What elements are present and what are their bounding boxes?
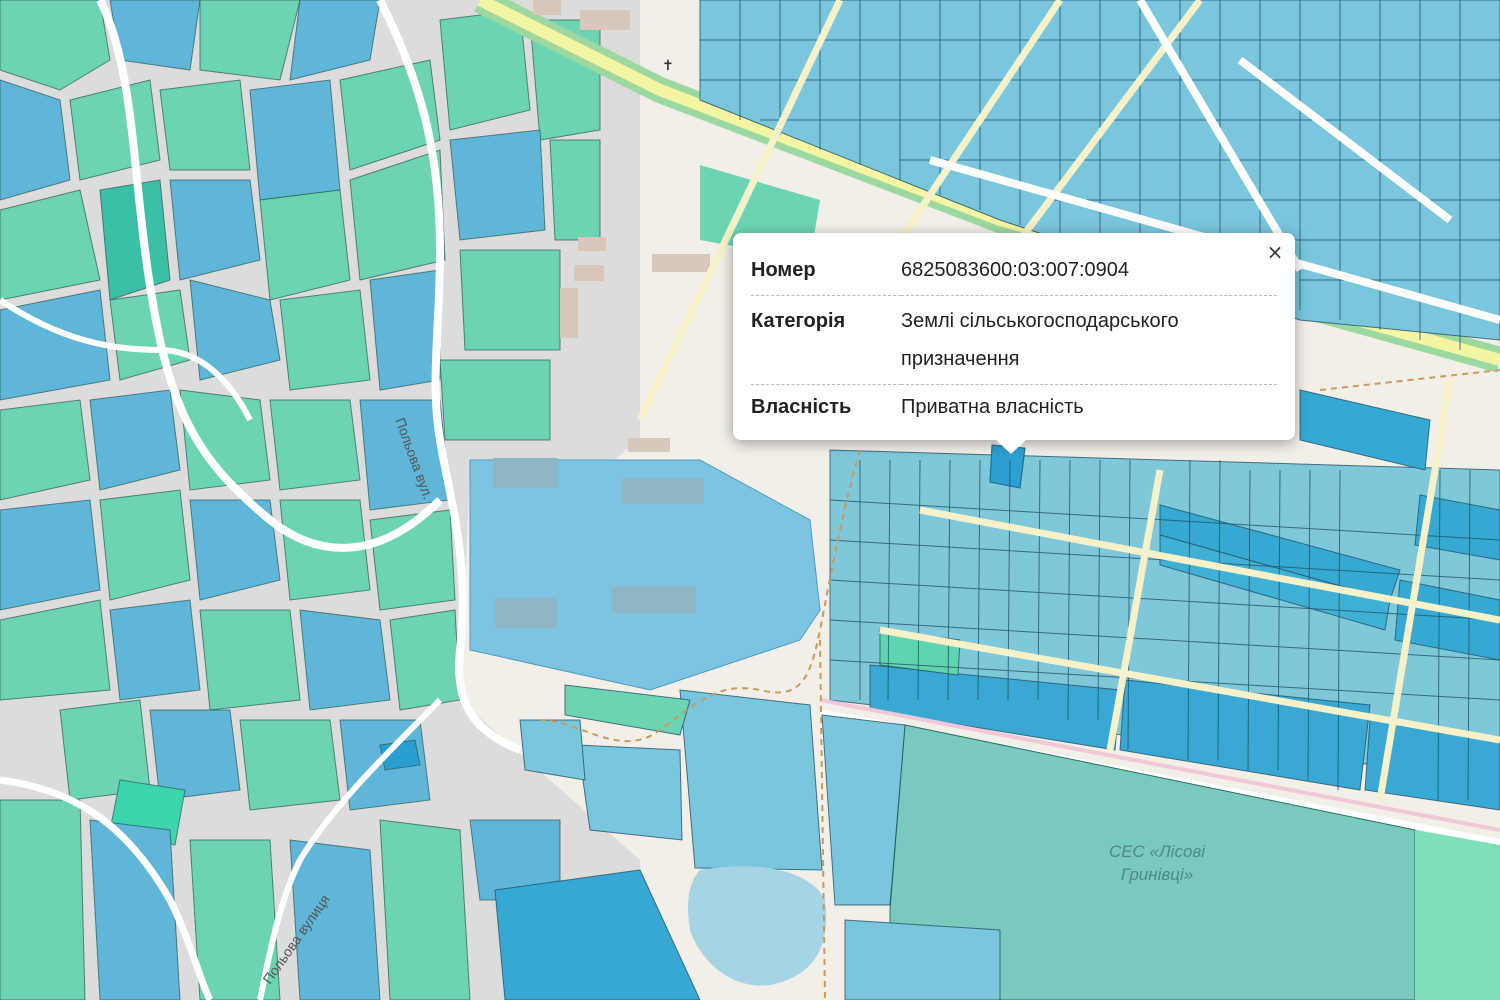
popup-pointer	[995, 439, 1027, 454]
church-icon: ✝	[662, 58, 674, 74]
parcel-info-table: Номер 6825083600:03:007:0904 Категорія З…	[751, 251, 1277, 429]
area-label-line1: СЕС «Лісові	[1109, 842, 1206, 861]
area-label-line2: Гринівці»	[1121, 865, 1193, 884]
label-ownership: Власність	[751, 384, 901, 429]
value-number: 6825083600:03:007:0904	[901, 259, 1130, 281]
cadastral-map[interactable]: Польова вул. Польова вулиця ✝ СЕС «Лісов…	[0, 0, 1500, 1000]
row-category: Категорія Землі сільськогосподарського п…	[751, 295, 1277, 385]
row-ownership: Власність Приватна власність	[751, 384, 1277, 429]
label-number: Номер	[751, 259, 816, 281]
parcel-info-popup: × Номер 6825083600:03:007:0904 Категорія…	[733, 233, 1295, 454]
label-category: Категорія	[751, 295, 901, 385]
value-category: Землі сільськогосподарського призначення	[901, 295, 1277, 385]
row-number: Номер 6825083600:03:007:0904	[751, 251, 1277, 296]
value-ownership: Приватна власність	[901, 384, 1277, 429]
